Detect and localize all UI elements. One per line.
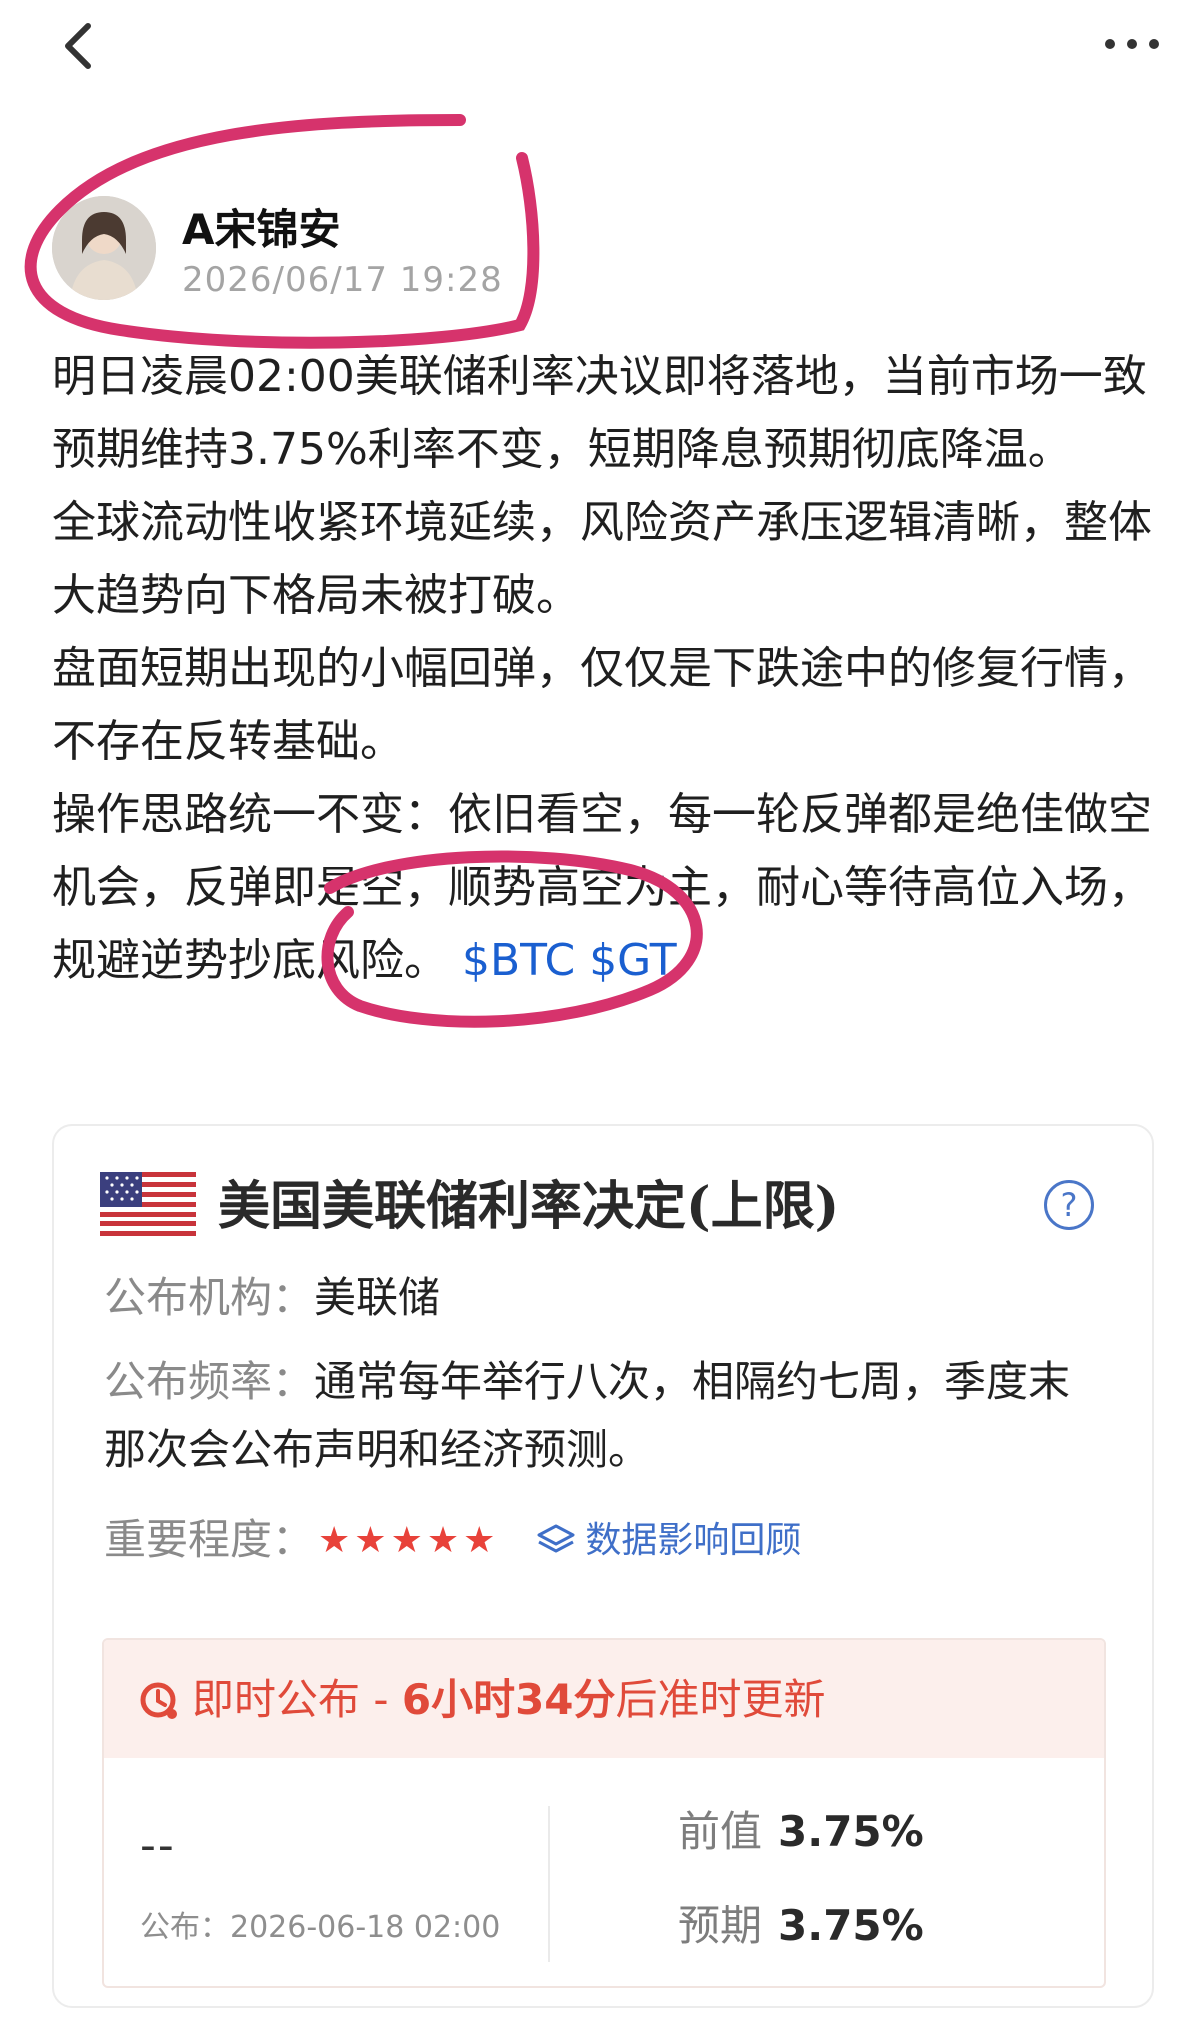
avatar[interactable] bbox=[52, 196, 156, 300]
issuer-row: 公布机构：美联储 bbox=[104, 1264, 440, 1332]
chevron-left-icon[interactable] bbox=[52, 18, 108, 74]
previous-label: 前值 bbox=[678, 1807, 763, 1856]
actual-value: -- bbox=[140, 1820, 176, 1871]
previous-value: 3.75% bbox=[778, 1807, 924, 1856]
countdown: 6小时34分 bbox=[401, 1675, 616, 1724]
publish-date: 公布：2026-06-18 02:00 bbox=[140, 1910, 501, 1945]
release-status: 即时公布 - 6小时34分后准时更新 bbox=[192, 1668, 826, 1732]
frequency-row: 公布频率：通常每年举行八次，相隔约七周，季度末那次会公布声明和经济预测。 bbox=[104, 1348, 1104, 1484]
clock-icon bbox=[140, 1682, 177, 1719]
event-card[interactable]: 美国美联储利率决定(上限) ? 公布机构：美联储 公布频率：通常每年举行八次，相… bbox=[52, 1124, 1154, 2008]
previous-value-row: 前值 3.75% bbox=[678, 1798, 924, 1859]
post-body: 明日凌晨02:00美联储利率决议即将落地，当前市场一致预期维持3.75%利率不变… bbox=[52, 340, 1162, 997]
release-header: 即时公布 - 6小时34分后准时更新 bbox=[104, 1640, 1104, 1758]
forecast-label: 预期 bbox=[678, 1901, 763, 1950]
frequency-label: 公布频率： bbox=[104, 1357, 315, 1406]
top-bar bbox=[0, 0, 1200, 100]
release-box: 即时公布 - 6小时34分后准时更新 -- 公布：2026-06-18 02:0… bbox=[102, 1638, 1106, 1988]
post-paragraph: 盘面短期出现的小幅回弹，仅仅是下跌途中的修复行情，不存在反转基础。 bbox=[52, 643, 1152, 767]
post-paragraph: 全球流动性收紧环境延续，风险资产承压逻辑清晰，整体大趋势向下格局未被打破。 bbox=[52, 497, 1152, 621]
event-title: 美国美联储利率决定(上限) bbox=[218, 1176, 840, 1237]
forecast-value-row: 预期 3.75% bbox=[678, 1892, 924, 1953]
countdown-suffix: 后准时更新 bbox=[615, 1675, 826, 1724]
help-icon[interactable]: ? bbox=[1044, 1180, 1094, 1230]
data-review-link[interactable]: 数据影响回顾 bbox=[535, 1507, 801, 1575]
coin-tags[interactable]: $BTC $GT bbox=[462, 935, 677, 986]
release-mode: 即时公布 - bbox=[192, 1675, 402, 1724]
importance-label: 重要程度： bbox=[104, 1515, 315, 1564]
post-paragraph: 明日凌晨02:00美联储利率决议即将落地，当前市场一致预期维持3.75%利率不变… bbox=[52, 351, 1147, 475]
more-dots-icon[interactable] bbox=[1100, 24, 1164, 64]
us-flag-icon bbox=[100, 1172, 196, 1236]
forecast-value: 3.75% bbox=[778, 1901, 924, 1950]
issuer-value: 美联储 bbox=[314, 1273, 441, 1322]
importance-stars: ★★★★★ bbox=[318, 1520, 500, 1561]
issuer-label: 公布机构： bbox=[104, 1273, 315, 1322]
author-name[interactable]: A宋锦安 bbox=[182, 196, 341, 257]
data-review-label: 数据影响回顾 bbox=[585, 1520, 802, 1561]
divider bbox=[548, 1806, 550, 1962]
author-header: A宋锦安 2026/06/17 19:28 bbox=[52, 188, 572, 306]
post-paragraph: 操作思路统一不变：依旧看空，每一轮反弹都是绝佳做空机会，反弹即是空，顺势高空为主… bbox=[52, 778, 1162, 997]
importance-row: 重要程度： ★★★★★ 数据影响回顾 bbox=[104, 1506, 1104, 1575]
layers-icon bbox=[537, 1524, 575, 1553]
post-time: 2026/06/17 19:28 bbox=[182, 260, 503, 300]
